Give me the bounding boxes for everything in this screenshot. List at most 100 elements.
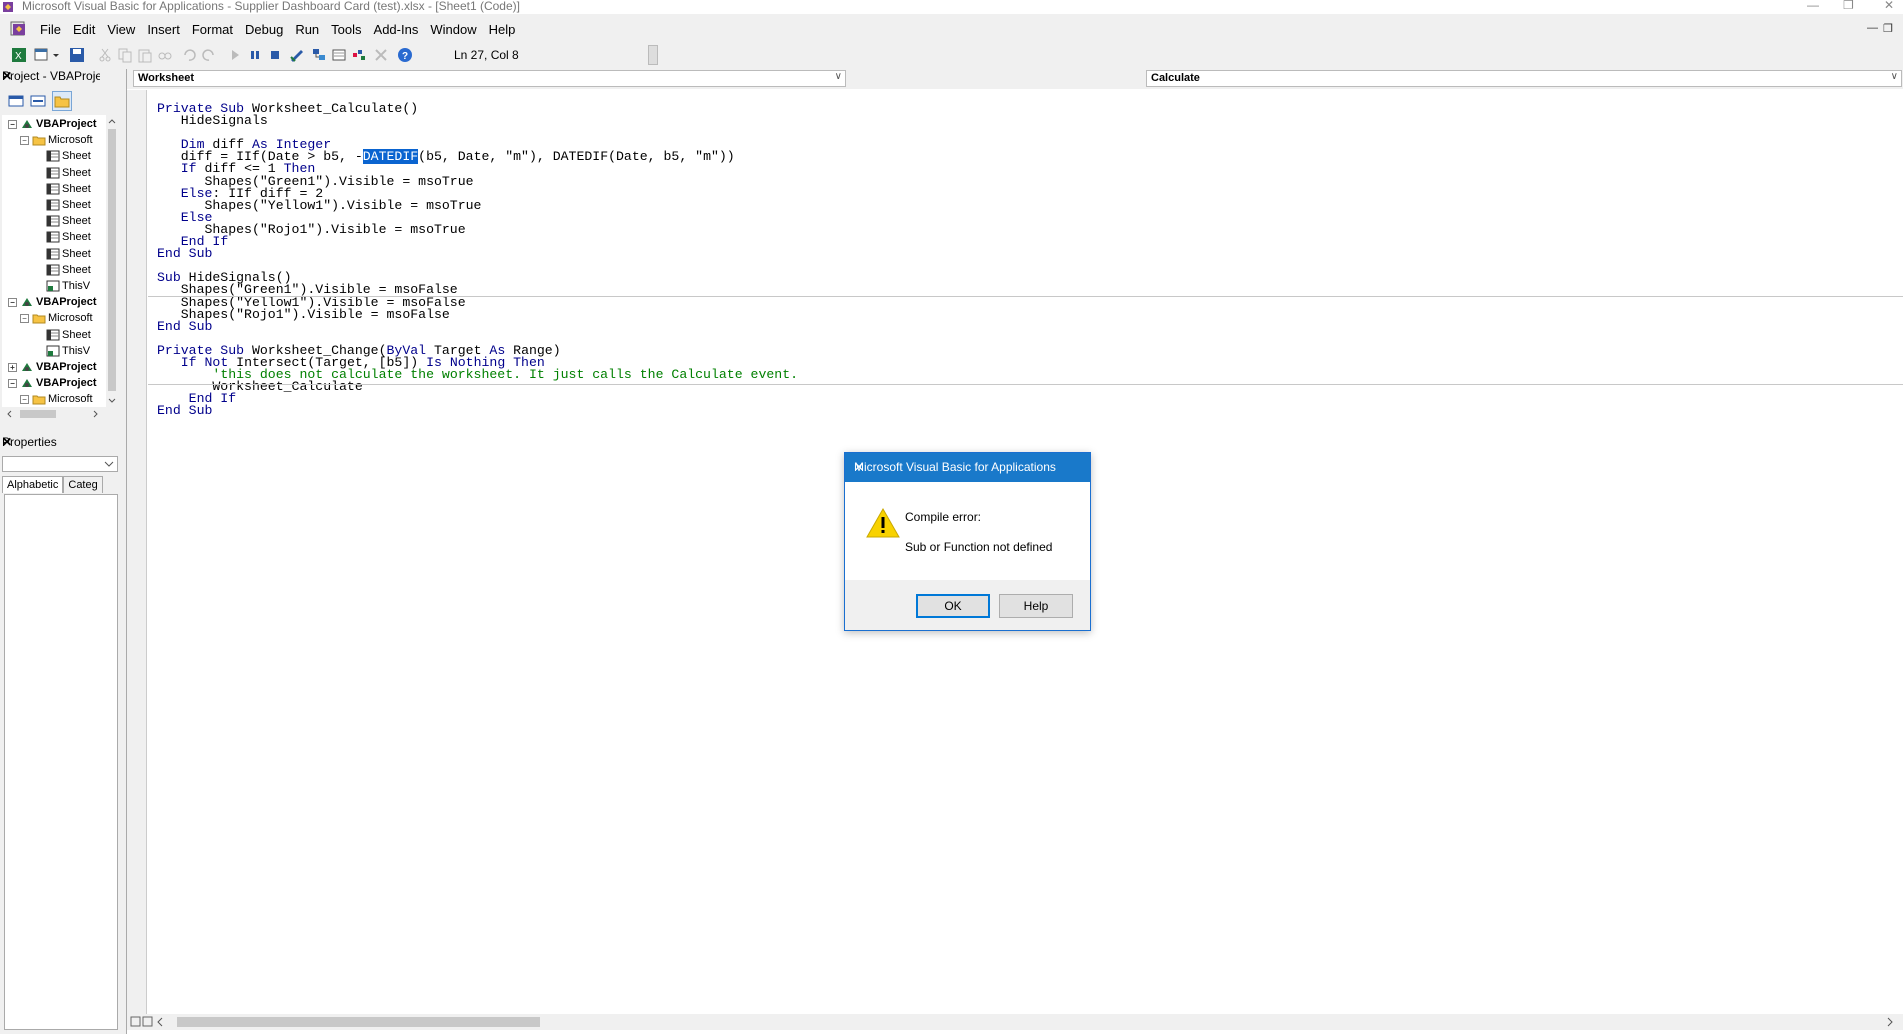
menu-add-ins[interactable]: Add-Ins [368, 22, 425, 37]
tree-item-sheet[interactable]: Sheet [46, 148, 91, 164]
view-object-icon[interactable] [28, 91, 48, 111]
error-message: Sub or Function not defined [905, 540, 1053, 554]
code-horizontal-scrollbar[interactable] [127, 1014, 1903, 1030]
expand-icon[interactable]: + [8, 362, 17, 372]
tree-item-label: Sheet [62, 328, 91, 341]
dropdown-icon[interactable] [51, 46, 61, 64]
redo-icon[interactable] [200, 46, 218, 64]
toolbox-icon[interactable] [372, 46, 390, 64]
break-icon[interactable] [246, 46, 264, 64]
tree-item-sheet[interactable]: Sheet [46, 246, 91, 262]
project-tree: − VBAProject − Microsoft Sheet Sheet Sheet Shee… [2, 115, 106, 407]
menu-edit[interactable]: Edit [67, 22, 101, 37]
toolbar-options-icon[interactable] [648, 45, 658, 65]
tree-item-project[interactable]: − VBAProject [8, 375, 97, 391]
tree-item-sheet[interactable]: Sheet [46, 229, 91, 245]
chevron-down-icon: ∨ [1890, 71, 1898, 82]
tree-item-folder[interactable]: − Microsoft [20, 132, 93, 148]
cut-icon[interactable] [96, 46, 114, 64]
tree-item-sheet[interactable]: Sheet [46, 213, 91, 229]
tree-item-label: Sheet [62, 247, 91, 260]
tree-item-sheet[interactable]: Sheet [46, 262, 91, 278]
object-browser-icon[interactable] [350, 46, 368, 64]
menu-items: File Edit View Insert Format Debug Run Tools Add… [34, 22, 521, 37]
sheet-icon [46, 167, 60, 179]
cursor-position: Ln 27, Col 8 [454, 48, 519, 62]
tree-item-project[interactable]: − VBAProject [8, 294, 97, 310]
tree-item-folder[interactable]: − Microsoft [20, 310, 93, 326]
toggle-folders-icon[interactable] [52, 91, 72, 111]
close-project-explorer-icon[interactable]: ✕ [2, 69, 100, 83]
help-icon[interactable]: ? [396, 46, 414, 64]
code-text: (b5, Date, "m"), DATEDIF(Date, b5, "m")) [418, 149, 735, 165]
tree-item-project[interactable]: + VBAProject [8, 359, 97, 375]
menu-format[interactable]: Format [186, 22, 239, 37]
tab-alphabetic[interactable]: Alphabetic [2, 476, 64, 493]
dialog-close-icon[interactable]: ✕ [854, 460, 1082, 474]
collapse-icon[interactable]: − [8, 378, 17, 388]
scrollbar-thumb[interactable] [177, 1017, 540, 1027]
tree-item-sheet[interactable]: Sheet [46, 165, 91, 181]
tree-item-workbook[interactable]: ThisV [46, 343, 90, 359]
sheet-icon [46, 183, 60, 195]
close-window-icon[interactable]: ✕ [1884, 0, 1894, 12]
view-code-icon[interactable] [6, 91, 26, 111]
save-icon[interactable] [68, 46, 86, 64]
menu-tools[interactable]: Tools [325, 22, 367, 37]
project-tree-horizontal-scrollbar[interactable] [2, 407, 106, 421]
menu-debug[interactable]: Debug [239, 22, 289, 37]
restore-icon[interactable]: ❐ [1843, 0, 1854, 12]
run-icon[interactable] [226, 46, 244, 64]
reset-icon[interactable] [266, 46, 284, 64]
tree-item-label: VBAProject [36, 296, 97, 309]
sheet-icon [46, 231, 60, 243]
undo-icon[interactable] [180, 46, 198, 64]
menu-window[interactable]: Window [424, 22, 482, 37]
collapse-icon[interactable]: − [20, 313, 29, 323]
menu-insert[interactable]: Insert [141, 22, 186, 37]
tree-item-sheet[interactable]: Sheet [46, 197, 91, 213]
menu-run[interactable]: Run [289, 22, 325, 37]
paste-icon[interactable] [136, 46, 154, 64]
collapse-icon[interactable]: − [20, 135, 29, 145]
mdi-restore-icon[interactable]: ❐ [1883, 22, 1893, 35]
procedure-combo[interactable]: Calculate ∨ [1146, 70, 1902, 87]
mdi-minimize-icon[interactable]: — [1867, 22, 1878, 34]
properties-grid[interactable] [4, 494, 118, 1030]
menu-view[interactable]: View [101, 22, 141, 37]
code-editor[interactable]: Private Sub Worksheet_Calculate() HideSi… [157, 101, 798, 418]
close-properties-icon[interactable]: ✕ [2, 435, 118, 449]
collapse-icon[interactable]: − [20, 394, 29, 404]
help-button[interactable]: Help [999, 594, 1073, 618]
tree-item-sheet[interactable]: Sheet [46, 181, 91, 197]
menu-help[interactable]: Help [483, 22, 522, 37]
properties-window-icon[interactable] [330, 46, 348, 64]
tree-item-sheet[interactable]: Sheet [46, 327, 91, 343]
project-explorer-icon[interactable] [310, 46, 328, 64]
properties-object-combo[interactable] [2, 456, 118, 472]
design-mode-icon[interactable] [288, 46, 306, 64]
tree-item-folder[interactable]: − Microsoft [20, 391, 93, 407]
collapse-icon[interactable]: − [8, 119, 17, 129]
menu-file[interactable]: File [34, 22, 67, 37]
object-combo[interactable]: Worksheet ∨ [133, 70, 846, 87]
collapse-icon[interactable]: − [8, 297, 17, 307]
properties-window: Properties ✕ Alphabetic Categ [0, 432, 122, 1034]
code-margin[interactable] [127, 90, 147, 1014]
code-text: Worksheet_Calculate() [251, 101, 419, 116]
copy-icon[interactable] [116, 46, 134, 64]
tree-item-project[interactable]: − VBAProject [8, 116, 97, 132]
insert-userform-icon[interactable] [33, 46, 51, 64]
tab-categorized[interactable]: Categ [63, 476, 103, 493]
folder-icon [32, 314, 46, 324]
find-icon[interactable] [156, 46, 174, 64]
project-explorer-header: Project - VBAProject ✕ [0, 69, 122, 85]
minimize-icon[interactable]: — [1807, 0, 1819, 12]
excel-menu-icon[interactable] [10, 20, 28, 37]
dialog-title-bar: Microsoft Visual Basic for Applications … [845, 453, 1090, 482]
project-tree-vertical-scrollbar[interactable] [106, 115, 118, 407]
ok-button[interactable]: OK [916, 594, 990, 618]
view-excel-icon[interactable]: X [10, 46, 28, 64]
tree-item-workbook[interactable]: ThisV [46, 278, 90, 294]
title-bar: Microsoft Visual Basic for Applications … [0, 0, 1903, 14]
